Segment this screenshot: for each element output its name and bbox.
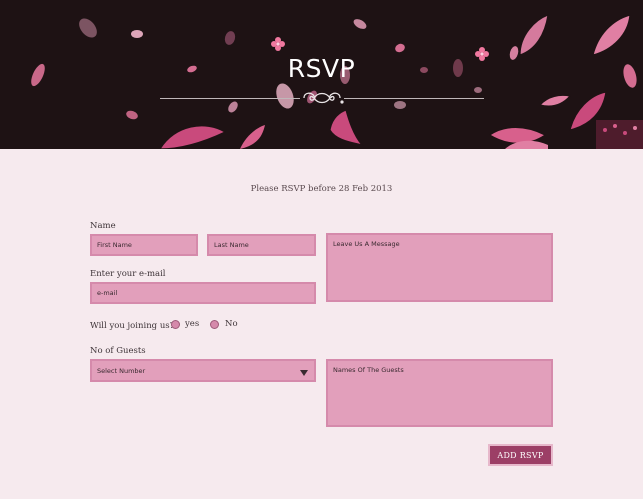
header-divider-right	[344, 98, 484, 99]
guests-label: No of Guests	[90, 346, 146, 356]
rsvp-header-banner: RSVP	[0, 0, 643, 149]
guests-select[interactable]: Select Number	[90, 359, 316, 382]
joining-label: Will you joining us?	[90, 321, 175, 331]
email-input[interactable]: e-mail	[90, 282, 316, 304]
header-divider-left	[160, 98, 300, 99]
chevron-down-icon	[300, 370, 308, 376]
first-name-input[interactable]: First Name	[90, 234, 198, 256]
message-textarea[interactable]: Leave Us A Message	[326, 233, 553, 302]
page-title: RSVP	[287, 54, 356, 83]
radio-yes[interactable]	[171, 320, 180, 329]
guests-select-value: Select Number	[97, 366, 146, 375]
name-label: Name	[90, 221, 116, 231]
email-label: Enter your e-mail	[90, 269, 166, 279]
radio-no-label: No	[225, 319, 238, 329]
radio-no[interactable]	[210, 320, 219, 329]
last-name-input[interactable]: Last Name	[207, 234, 316, 256]
ornament-icon	[303, 92, 344, 104]
radio-yes-label: yes	[185, 319, 200, 329]
guest-names-textarea[interactable]: Names Of The Guests	[326, 359, 553, 427]
add-rsvp-button[interactable]: ADD RSVP	[488, 444, 553, 466]
rsvp-deadline-text: Please RSVP before 28 Feb 2013	[250, 184, 393, 194]
